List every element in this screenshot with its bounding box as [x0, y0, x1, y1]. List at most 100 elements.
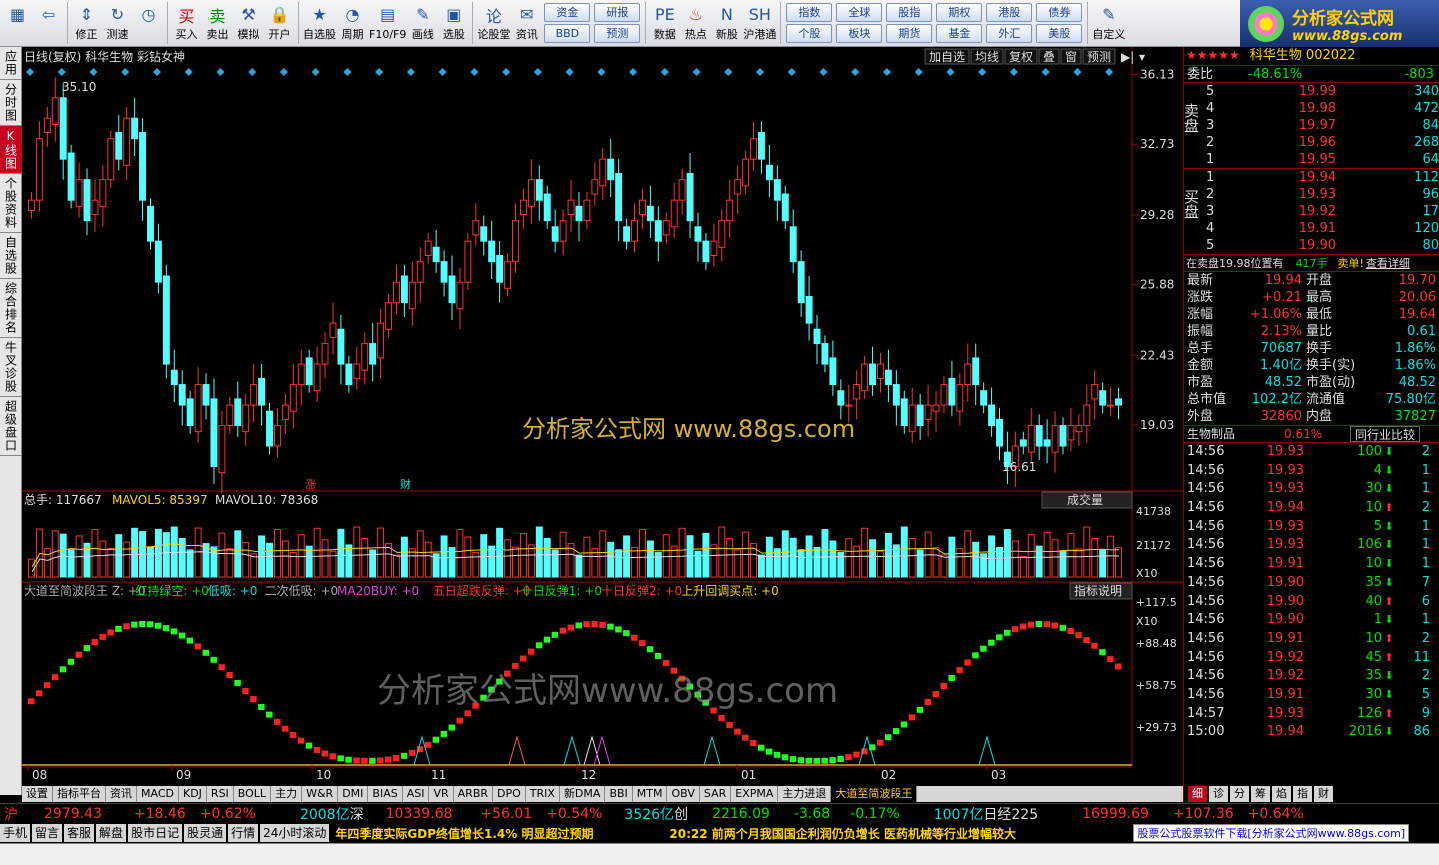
- leftnav-牛叉诊股[interactable]: 牛叉诊股: [0, 338, 22, 397]
- toolbar-btn-板块[interactable]: 板块: [836, 24, 883, 43]
- toolbar-btn-外汇[interactable]: 外汇: [986, 24, 1033, 43]
- news-btn-留言[interactable]: 留言: [32, 824, 63, 842]
- toolbar-btn-全球[interactable]: 全球: [836, 3, 883, 22]
- toolbar-btn-研报[interactable]: 研报: [594, 3, 641, 22]
- toolbar-画线-button[interactable]: ✎ 画线: [408, 2, 437, 46]
- toolbar-btn-股指[interactable]: 股指: [886, 3, 933, 22]
- toolbar-测速-button[interactable]: ↻ 测速: [103, 2, 132, 46]
- panel-tab-诊[interactable]: 诊: [1209, 786, 1228, 802]
- leftnav-综合排名[interactable]: 综合排名: [0, 279, 22, 338]
- indicator-tab-DMI[interactable]: DMI: [338, 786, 369, 802]
- leftnav-分时图[interactable]: 分时图: [0, 80, 22, 126]
- indicator-step: [758, 744, 765, 751]
- leftnav-超级盘口[interactable]: 超级盘口: [0, 397, 22, 456]
- toolbar-自定义-button[interactable]: ✎ 自定义: [1092, 2, 1125, 46]
- toolbar-btn-港股[interactable]: 港股: [986, 3, 1033, 22]
- toolbar-买入-button[interactable]: 买买入: [172, 2, 201, 46]
- toolbar-btn-债券[interactable]: 债券: [1036, 3, 1083, 22]
- indicator-tab-ASI[interactable]: ASI: [403, 786, 430, 802]
- news-btn-股灵通[interactable]: 股灵通: [184, 824, 227, 842]
- panel-tab-分[interactable]: 分: [1230, 786, 1249, 802]
- toolbar-开户-button[interactable]: 🔒 开户: [265, 2, 294, 46]
- toolbar-btn-基金[interactable]: 基金: [936, 24, 983, 43]
- panel-tab-筹[interactable]: 筹: [1251, 786, 1270, 802]
- indicator-step: [218, 664, 225, 671]
- indicator-tab-ARBR[interactable]: ARBR: [454, 786, 494, 802]
- toolbar-label: 沪港通: [743, 28, 777, 41]
- toolbar-热点-button[interactable]: ♨ 热点: [681, 2, 710, 46]
- toolbar-btn-资金[interactable]: 资金: [544, 3, 591, 22]
- candle-body: [718, 220, 726, 248]
- toolbar-卖出-button[interactable]: 卖卖出: [203, 2, 232, 46]
- volume-bar: [607, 541, 615, 578]
- news-btn-24小时滚动[interactable]: 24小时滚动: [260, 824, 330, 842]
- toolbar-周期-button[interactable]: ◔ 周期: [338, 2, 367, 46]
- toolbar-btn-BBD[interactable]: BBD: [544, 24, 591, 43]
- candle-body: [496, 254, 504, 283]
- indicator-tab-新DMA[interactable]: 新DMA: [560, 786, 606, 802]
- toolbar-btn-个股[interactable]: 个股: [786, 24, 833, 43]
- toolbar-btn-美股[interactable]: 美股: [1036, 24, 1083, 43]
- news-btn-客服[interactable]: 客服: [64, 824, 95, 842]
- toolbar-back-arrow-icon-button[interactable]: ⇦: [34, 2, 63, 46]
- kline-chart[interactable]: 日线(复权) 科华生物 彩钻女神 加自选 均线 复权叠窗预测 ▶| ▾ 36.13 32.…: [22, 47, 1183, 787]
- toolbar-沪港通-button[interactable]: SH 沪港通: [743, 2, 776, 46]
- indicator-tab-主力进退[interactable]: 主力进退: [778, 786, 832, 802]
- industry-compare-button[interactable]: 同行业比较: [1350, 426, 1421, 442]
- chevron-down-icon[interactable]: ▾: [1139, 50, 1145, 64]
- toolbar-btn-期权[interactable]: 期权: [936, 3, 983, 22]
- news-btn-行情[interactable]: 行情: [228, 824, 259, 842]
- candle-body: [273, 425, 281, 447]
- indicator-tab-MTM[interactable]: MTM: [633, 786, 668, 802]
- indicator-tab-SAR[interactable]: SAR: [700, 786, 732, 802]
- news-btn-手机[interactable]: 手机: [0, 824, 31, 842]
- indicator-tab-BBI[interactable]: BBI: [605, 786, 633, 802]
- indicator-tab-OBV[interactable]: OBV: [667, 786, 700, 802]
- toolbar-模拟-button[interactable]: ⚒ 模拟: [234, 2, 263, 46]
- indicator-tab-KDJ[interactable]: KDJ: [179, 786, 207, 802]
- news-btn-股市日记[interactable]: 股市日记: [128, 824, 183, 842]
- toolbar-grid-icon-button[interactable]: ▦: [3, 2, 32, 46]
- indicator-tab-设置[interactable]: 设置: [22, 786, 53, 802]
- indicator-tab-EXPMA[interactable]: EXPMA: [731, 786, 779, 802]
- indicator-tab-DPO[interactable]: DPO: [493, 786, 526, 802]
- indicator-tab-大道至简波段王[interactable]: 大道至简波段王: [831, 786, 918, 802]
- notice-detail-link[interactable]: 查看详细: [1366, 255, 1410, 271]
- toolbar-数据-button[interactable]: PE 数据: [650, 2, 679, 46]
- toolbar-btn-指数[interactable]: 指数: [786, 3, 833, 22]
- toolbar-选股-button[interactable]: ▣ 选股: [439, 2, 468, 46]
- indicator-tab-资讯[interactable]: 资讯: [106, 786, 137, 802]
- indicator-tab-VR[interactable]: VR: [429, 786, 454, 802]
- toolbar-F10/F9-button[interactable]: ▤ F10/F9: [369, 2, 406, 46]
- panel-tab-焰[interactable]: 焰: [1272, 786, 1291, 802]
- leftnav-自选股[interactable]: 自选股: [0, 233, 22, 279]
- leftnav-个股资料[interactable]: 个股资料: [0, 174, 22, 233]
- ad-link[interactable]: 股票公式股票软件下载[分析家公式网www.88gs.com]: [1133, 824, 1410, 842]
- toolbar-新股-button[interactable]: N 新股: [712, 2, 741, 46]
- toolbar-btn-期货[interactable]: 期货: [886, 24, 933, 43]
- toolbar-自选股-button[interactable]: ★ 自选股: [303, 2, 336, 46]
- toolbar-修正-button[interactable]: ⇕ 修正: [72, 2, 101, 46]
- panel-tab-指[interactable]: 指: [1293, 786, 1312, 802]
- panel-tab-细[interactable]: 细: [1188, 786, 1207, 802]
- candle-body: [51, 97, 59, 125]
- panel-tab-财[interactable]: 财: [1314, 786, 1333, 802]
- toolbar-btn-预测[interactable]: 预测: [594, 24, 641, 43]
- indicator-tab-BOLL[interactable]: BOLL: [234, 786, 272, 802]
- indicator-tab-指标平台[interactable]: 指标平台: [53, 786, 106, 802]
- indicator-tab-TRIX[interactable]: TRIX: [526, 786, 560, 802]
- news-btn-解盘[interactable]: 解盘: [96, 824, 127, 842]
- news-ticker-1[interactable]: 年四季度实际GDP终值增长1.4% 明显超过预期: [335, 825, 665, 842]
- toolbar-论股堂-button[interactable]: 论论股堂: [477, 2, 510, 46]
- news-ticker-2[interactable]: 20:22 前两个月我国国企利润仍负增长 医药机械等行业增幅较大: [669, 825, 1129, 842]
- indicator-tab-RSI[interactable]: RSI: [207, 786, 234, 802]
- indicator-tab-BIAS[interactable]: BIAS: [368, 786, 403, 802]
- leftnav-K线图[interactable]: K线图: [0, 126, 22, 174]
- toolbar-资讯-button[interactable]: ✉ 资讯: [512, 2, 541, 46]
- leftnav-应用[interactable]: 应用: [0, 47, 22, 80]
- indicator-tab-主力[interactable]: 主力: [271, 786, 303, 802]
- indicator-tab-W&R[interactable]: W&R: [302, 786, 339, 802]
- pin-icon[interactable]: ▶|: [1121, 50, 1134, 64]
- toolbar-clock-icon-button[interactable]: ◷: [134, 2, 163, 46]
- indicator-tab-MACD[interactable]: MACD: [137, 786, 179, 802]
